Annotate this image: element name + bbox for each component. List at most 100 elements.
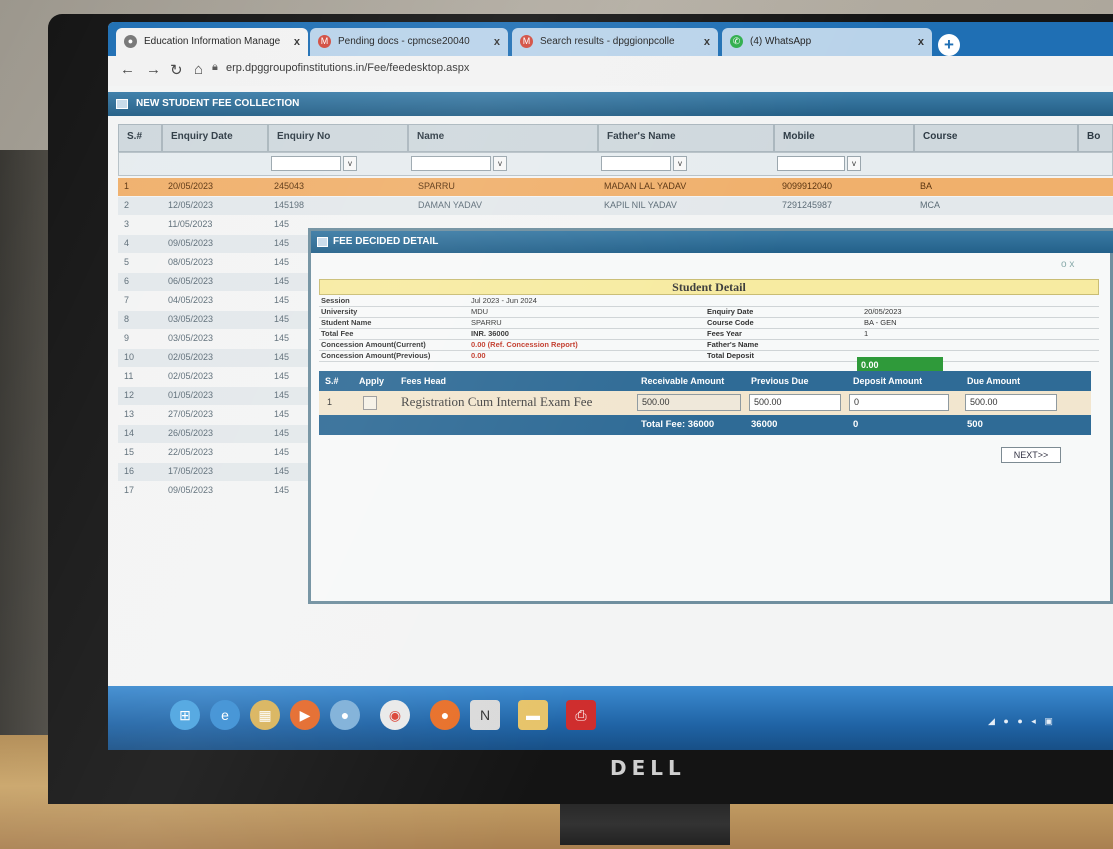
fee-head-name: Registration Cum Internal Exam Fee <box>401 394 593 409</box>
globe-icon: ● <box>124 35 137 48</box>
filter-fathers-name[interactable] <box>601 156 671 171</box>
back-icon[interactable]: ← <box>120 61 135 78</box>
system-tray[interactable]: ◢ ● ● ◂ ▣ <box>988 716 1056 727</box>
cell-date: 02/05/2023 <box>168 352 214 362</box>
fee-decided-detail-dialog: FEE DECIDED DETAIL o x Student Detail Se… <box>308 228 1113 604</box>
due-amount-field: 500.00 <box>965 394 1057 411</box>
cell-date: 08/05/2023 <box>168 257 214 267</box>
media-icon[interactable]: ▶ <box>290 700 320 730</box>
cell-date: 03/05/2023 <box>168 333 214 343</box>
session-label: Session <box>321 296 350 305</box>
cell-father: MADAN LAL YADAV <box>604 181 687 191</box>
cell-name: SPARRU <box>418 181 455 191</box>
concession-current-value[interactable]: 0.00 (Ref. Concession Report) <box>471 340 578 349</box>
fee-col-apply: Apply <box>359 376 385 386</box>
cell-no: 145 <box>274 238 290 248</box>
fee-col-deposit: Deposit Amount <box>853 376 923 386</box>
close-icon[interactable]: x <box>494 28 500 56</box>
chrome-icon[interactable]: ◉ <box>380 700 410 730</box>
dialog-controls[interactable]: o x <box>1061 259 1074 270</box>
notes-icon[interactable]: N <box>470 700 500 730</box>
enquiry-date-label: Enquiry Date <box>707 307 754 316</box>
dialog-title: FEE DECIDED DETAIL <box>311 231 1113 253</box>
ie-icon[interactable]: e <box>210 700 240 730</box>
col-header-mobile[interactable]: Mobile <box>774 124 914 152</box>
table-row[interactable]: 2 12/05/2023 145198 DAMAN YADAV KAPIL NIL YA… <box>118 197 1113 215</box>
cell-no: 145 <box>274 447 290 457</box>
tab-pending-docs[interactable]: M Pending docs - cpmcse20040 x <box>310 28 508 56</box>
filter-mobile[interactable] <box>777 156 845 171</box>
col-header-fathers-name[interactable]: Father's Name <box>598 124 774 152</box>
cell-sno: 3 <box>124 219 130 229</box>
explorer-icon[interactable]: ▦ <box>250 700 280 730</box>
apply-checkbox[interactable] <box>363 396 377 410</box>
cell-date: 27/05/2023 <box>168 409 214 419</box>
enquiry-date-value: 20/05/2023 <box>864 307 902 316</box>
previous-due-field: 500.00 <box>749 394 841 411</box>
cell-no: 145 <box>274 314 290 324</box>
filter-name[interactable] <box>411 156 491 171</box>
tab-whatsapp[interactable]: ✆ (4) WhatsApp x <box>722 28 932 56</box>
col-header-enquiry-no[interactable]: Enquiry No <box>268 124 408 152</box>
tab-title: Education Information Manage <box>144 36 281 47</box>
student-name-value: SPARRU <box>471 318 502 327</box>
fee-table-header: S.# Apply Fees Head Receivable Amount Pr… <box>319 371 1091 391</box>
table-row[interactable]: 1 20/05/2023 245043 SPARRU MADAN LAL YADAV 90… <box>118 178 1113 196</box>
cell-sno: 10 <box>124 352 135 362</box>
cell-father: KAPIL NIL YADAV <box>604 200 677 210</box>
cell-date: 09/05/2023 <box>168 238 214 248</box>
cell-sno: 12 <box>124 390 135 400</box>
filter-mobile-button[interactable]: v <box>847 156 861 171</box>
tab-search-results[interactable]: M Search results - dpggionpcolle x <box>512 28 718 56</box>
reload-icon[interactable]: ↻ <box>170 61 183 79</box>
app-icon[interactable]: ● <box>330 700 360 730</box>
monitor-brand-logo: DELL <box>610 756 686 780</box>
filter-enquiry-no-button[interactable]: v <box>343 156 357 171</box>
cell-date: 04/05/2023 <box>168 295 214 305</box>
cell-no: 145 <box>274 409 290 419</box>
concession-current-label: Concession Amount(Current) <box>321 340 426 349</box>
cell-no: 245043 <box>274 181 305 191</box>
filter-name-button[interactable]: v <box>493 156 507 171</box>
url-field[interactable]: erp.dpggroupofinstitutions.in/Fee/feedes… <box>226 62 469 74</box>
col-header-bo[interactable]: Bo <box>1078 124 1113 152</box>
cell-name: DAMAN YADAV <box>418 200 483 210</box>
col-header-enquiry-date[interactable]: Enquiry Date <box>162 124 268 152</box>
close-icon[interactable]: x <box>704 28 710 56</box>
total-fee-label: Total Fee <box>321 329 354 338</box>
col-header-sno[interactable]: S.# <box>118 124 162 152</box>
cell-no: 145198 <box>274 200 305 210</box>
forward-icon[interactable]: → <box>146 61 161 78</box>
tab-title: Search results - dpggionpcolle <box>540 36 675 47</box>
cell-no: 145 <box>274 276 290 286</box>
browser-tab-strip: ● Education Information Manage x M Pendi… <box>108 22 1113 56</box>
close-icon[interactable]: x <box>918 28 924 56</box>
filter-enquiry-no[interactable] <box>271 156 341 171</box>
cell-course: MCA <box>920 200 940 210</box>
fees-year-value: 1 <box>864 329 869 338</box>
course-code-value: BA - GEN <box>864 318 897 327</box>
concession-previous-value: 0.00 <box>471 351 486 360</box>
firefox-icon[interactable]: ● <box>430 700 460 730</box>
windows-start-icon[interactable]: ⊞ <box>170 700 200 730</box>
tab-education-info[interactable]: ● Education Information Manage x <box>116 28 308 56</box>
gmail-icon: M <box>318 35 331 48</box>
cell-date: 06/05/2023 <box>168 276 214 286</box>
cell-no: 145 <box>274 371 290 381</box>
close-icon[interactable]: x <box>294 28 300 56</box>
cell-sno: 7 <box>124 295 130 305</box>
col-header-name[interactable]: Name <box>408 124 598 152</box>
next-button[interactable]: NEXT>> <box>1001 447 1061 463</box>
filter-fathers-name-button[interactable]: v <box>673 156 687 171</box>
cell-date: 11/05/2023 <box>168 219 213 229</box>
fee-col-receivable: Receivable Amount <box>641 376 725 386</box>
university-value: MDU <box>471 307 489 316</box>
home-icon[interactable]: ⌂ <box>194 61 203 78</box>
deposit-amount-input[interactable]: 0 <box>849 394 949 411</box>
col-header-course[interactable]: Course <box>914 124 1078 152</box>
new-tab-button[interactable]: + <box>938 34 960 56</box>
pdf-icon[interactable]: ⎙ <box>566 700 596 730</box>
detail-row: Concession Amount(Previous) 0.00 Total D… <box>319 350 1099 362</box>
folder-icon[interactable]: ▬ <box>518 700 548 730</box>
fee-row: 1 Registration Cum Internal Exam Fee 500… <box>319 391 1091 416</box>
